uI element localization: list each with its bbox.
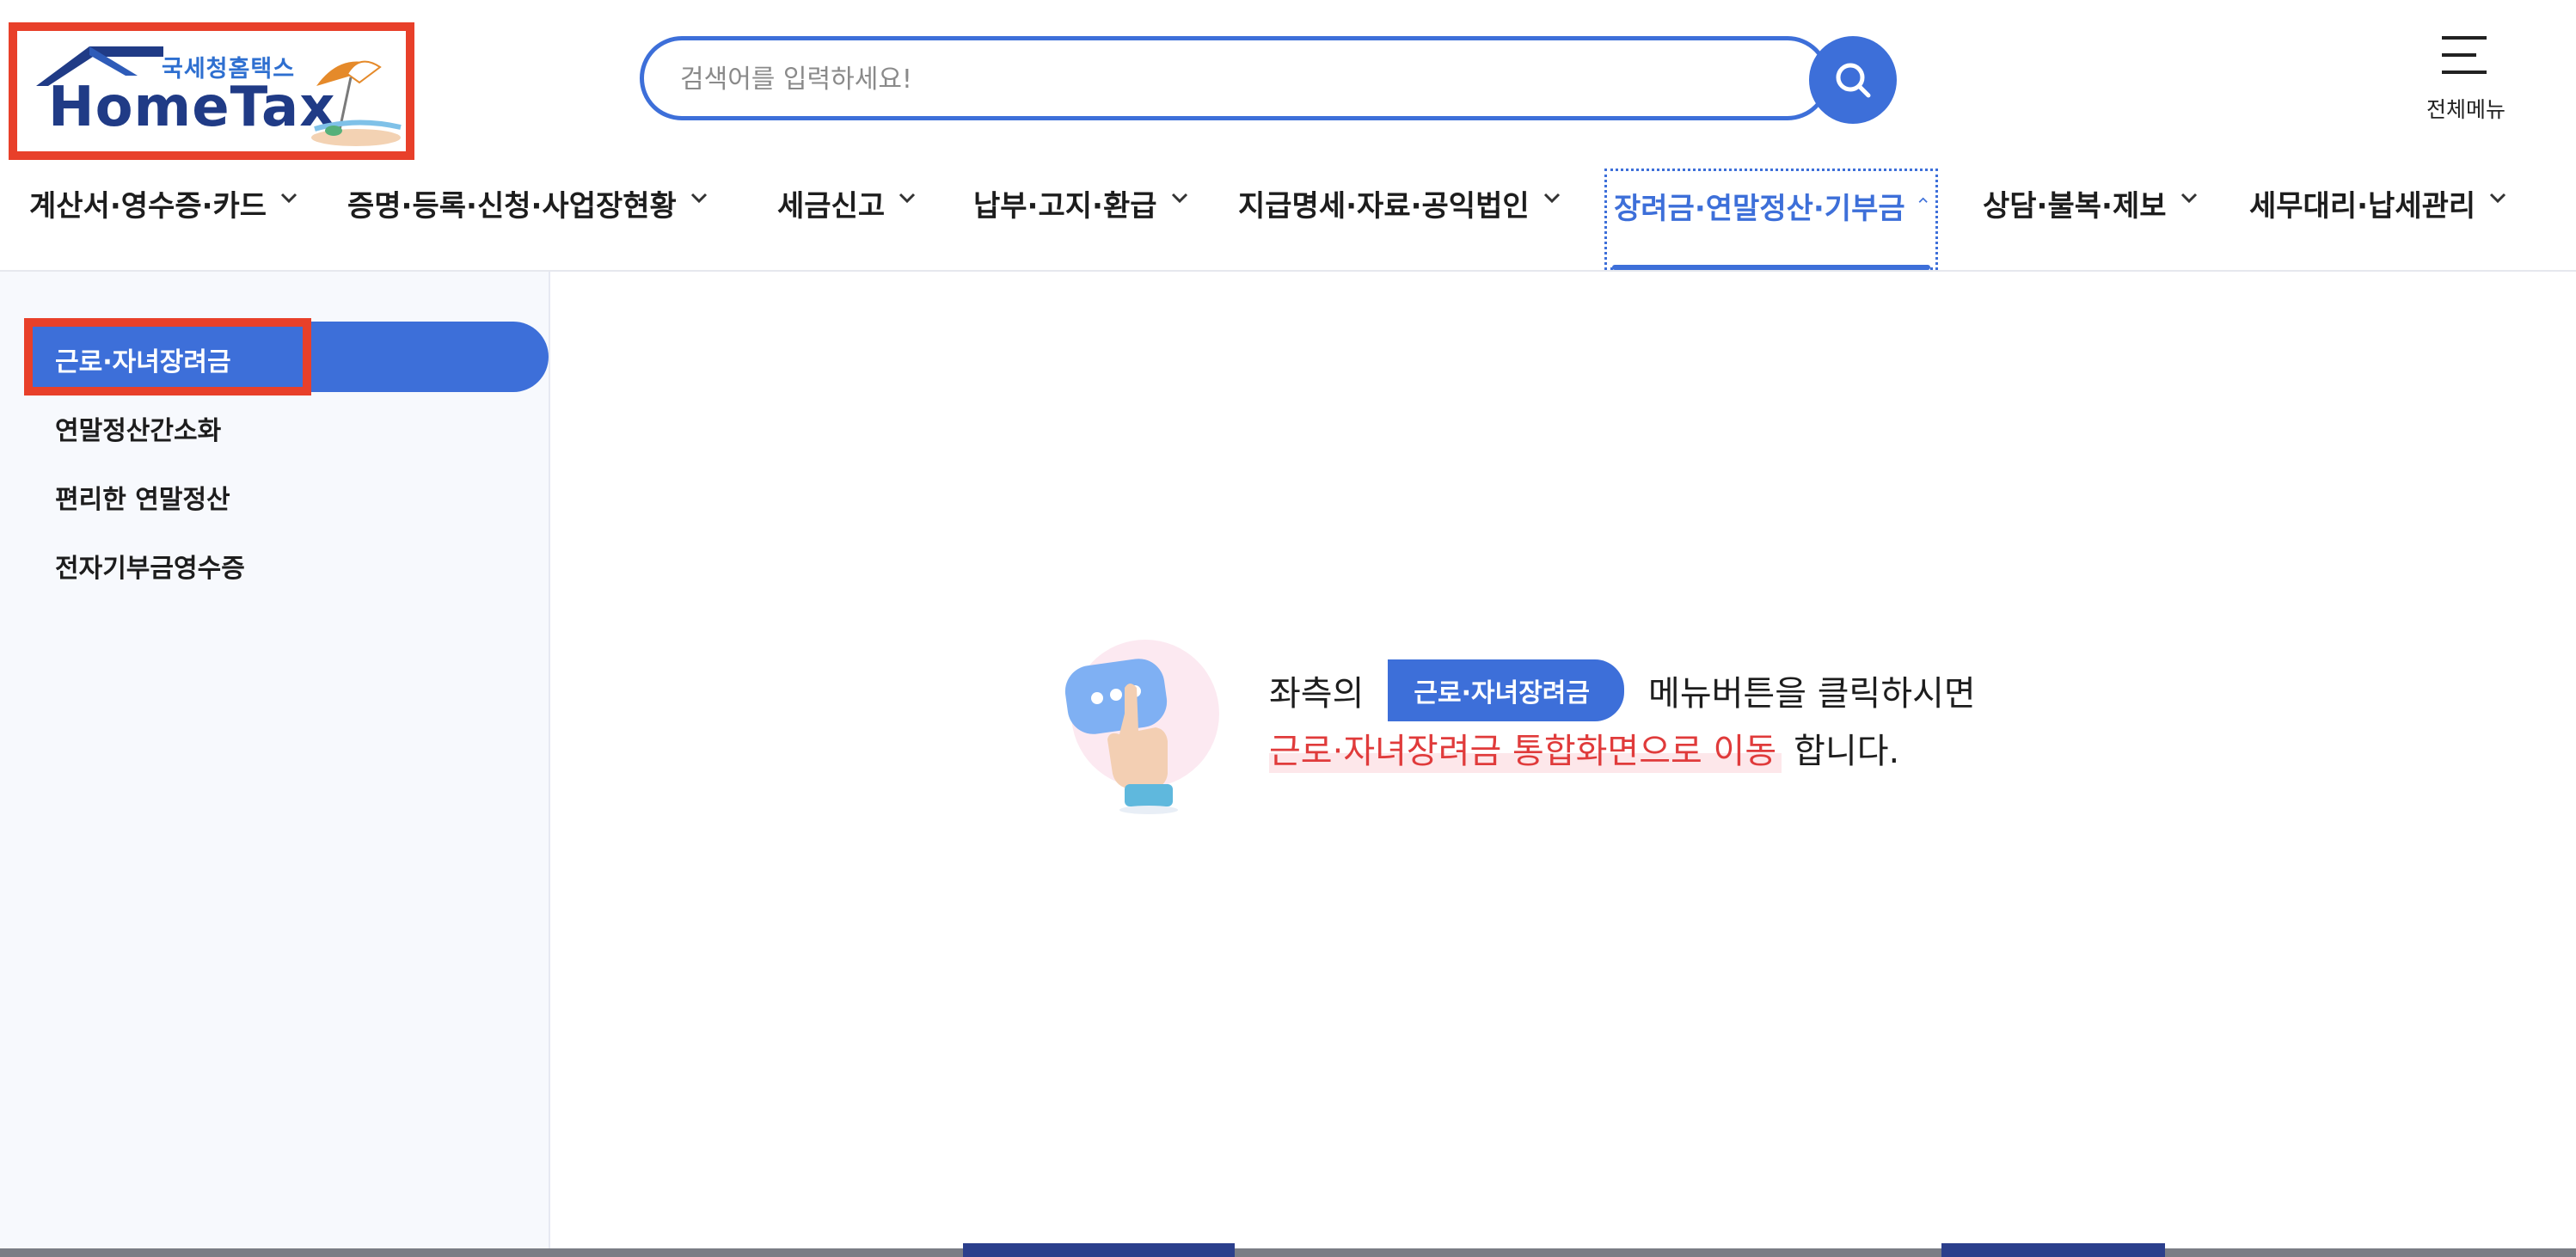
all-menu-button[interactable]: 전체메뉴 [2406, 36, 2526, 126]
gnb-item-label: 증명·등록·신청·사업장현황 [347, 189, 677, 224]
gnb-item-payment[interactable]: 납부·고지·환급 [973, 169, 1190, 270]
chevron-down-icon [1543, 193, 1560, 204]
guide-prefix: 좌측의 [1269, 674, 1365, 714]
guide-highlight: 근로·자녀장려금 통합화면으로 이동 [1269, 723, 1782, 773]
beach-umbrella-icon [311, 60, 402, 146]
active-tab-indicator [1612, 265, 1930, 270]
guide-text-line2: 근로·자녀장려금 통합화면으로 이동 합니다. [1269, 722, 1899, 774]
hometax-logo[interactable]: 국세청홈택스 HomeTax [9, 22, 414, 160]
gnb-item-incentive[interactable]: 장려금·연말정산·기부금 [1604, 169, 1938, 270]
chevron-down-icon [2180, 193, 2197, 204]
gnb-item-tax-report[interactable]: 세금신고 [777, 169, 917, 270]
search-input[interactable] [678, 59, 1714, 99]
logo-title: HomeTax [48, 76, 336, 139]
search-icon [1836, 63, 1871, 98]
sidebar-item-year-end-simple[interactable]: 연말정산간소화 [55, 409, 221, 447]
bottom-scroll-edge [0, 1248, 2576, 1257]
gnb-item-invoice[interactable]: 계산서·영수증·카드 [29, 169, 299, 270]
chevron-down-icon [690, 193, 707, 204]
hamburger-icon [2442, 36, 2487, 74]
search-box [640, 36, 1830, 120]
bottom-banner-tab [1941, 1243, 2165, 1257]
annotation-highlight-box [24, 318, 311, 395]
gnb-item-tax-agent[interactable]: 세무대리·납세관리 [2249, 169, 2508, 270]
all-menu-label: 전체메뉴 [2426, 97, 2505, 122]
chevron-down-icon [1171, 193, 1187, 204]
guide-menu-badge: 근로·자녀장려금 [1388, 659, 1625, 721]
gnb-item-label: 세금신고 [777, 189, 886, 224]
gnb-item-label: 납부·고지·환급 [973, 189, 1157, 224]
global-nav: 계산서·영수증·카드 증명·등록·신청·사업장현황 세금신고 납부·고지·환급 … [0, 169, 2576, 272]
guide-tail: 합니다. [1794, 732, 1900, 771]
gnb-item-label: 지급명세·자료·공익법인 [1238, 189, 1530, 224]
gnb-item-label: 상담·불복·제보 [1983, 189, 2167, 224]
sidebar-item-donation-receipt[interactable]: 전자기부금영수증 [55, 547, 245, 585]
sidebar-item-easy-year-end[interactable]: 편리한 연말정산 [55, 478, 230, 516]
gnb-item-label: 계산서·영수증·카드 [29, 189, 267, 224]
guide-suffix: 메뉴버튼을 클릭하시면 [1648, 674, 1976, 714]
search-button[interactable] [1809, 36, 1897, 124]
gnb-item-statement[interactable]: 지급명세·자료·공익법인 [1238, 169, 1562, 270]
hand-click-icon [1064, 640, 1219, 814]
gnb-item-label: 세무대리·납세관리 [2249, 189, 2476, 224]
chevron-down-icon [2490, 193, 2506, 204]
guide-text-line1: 좌측의 근로·자녀장려금 메뉴버튼을 클릭하시면 [1269, 659, 1976, 721]
chevron-down-icon [899, 193, 916, 204]
gnb-item-consult[interactable]: 상담·불복·제보 [1983, 169, 2199, 270]
chevron-down-icon [281, 193, 297, 204]
gnb-item-label: 장려금·연말정산·기부금 [1614, 192, 1905, 226]
bottom-banner-tab [963, 1243, 1235, 1257]
chevron-up-icon [1918, 197, 1928, 203]
side-menu: 근로·자녀장려금 연말정산간소화 편리한 연말정산 전자기부금영수증 [0, 272, 550, 1257]
gnb-item-certificate[interactable]: 증명·등록·신청·사업장현황 [347, 169, 709, 270]
